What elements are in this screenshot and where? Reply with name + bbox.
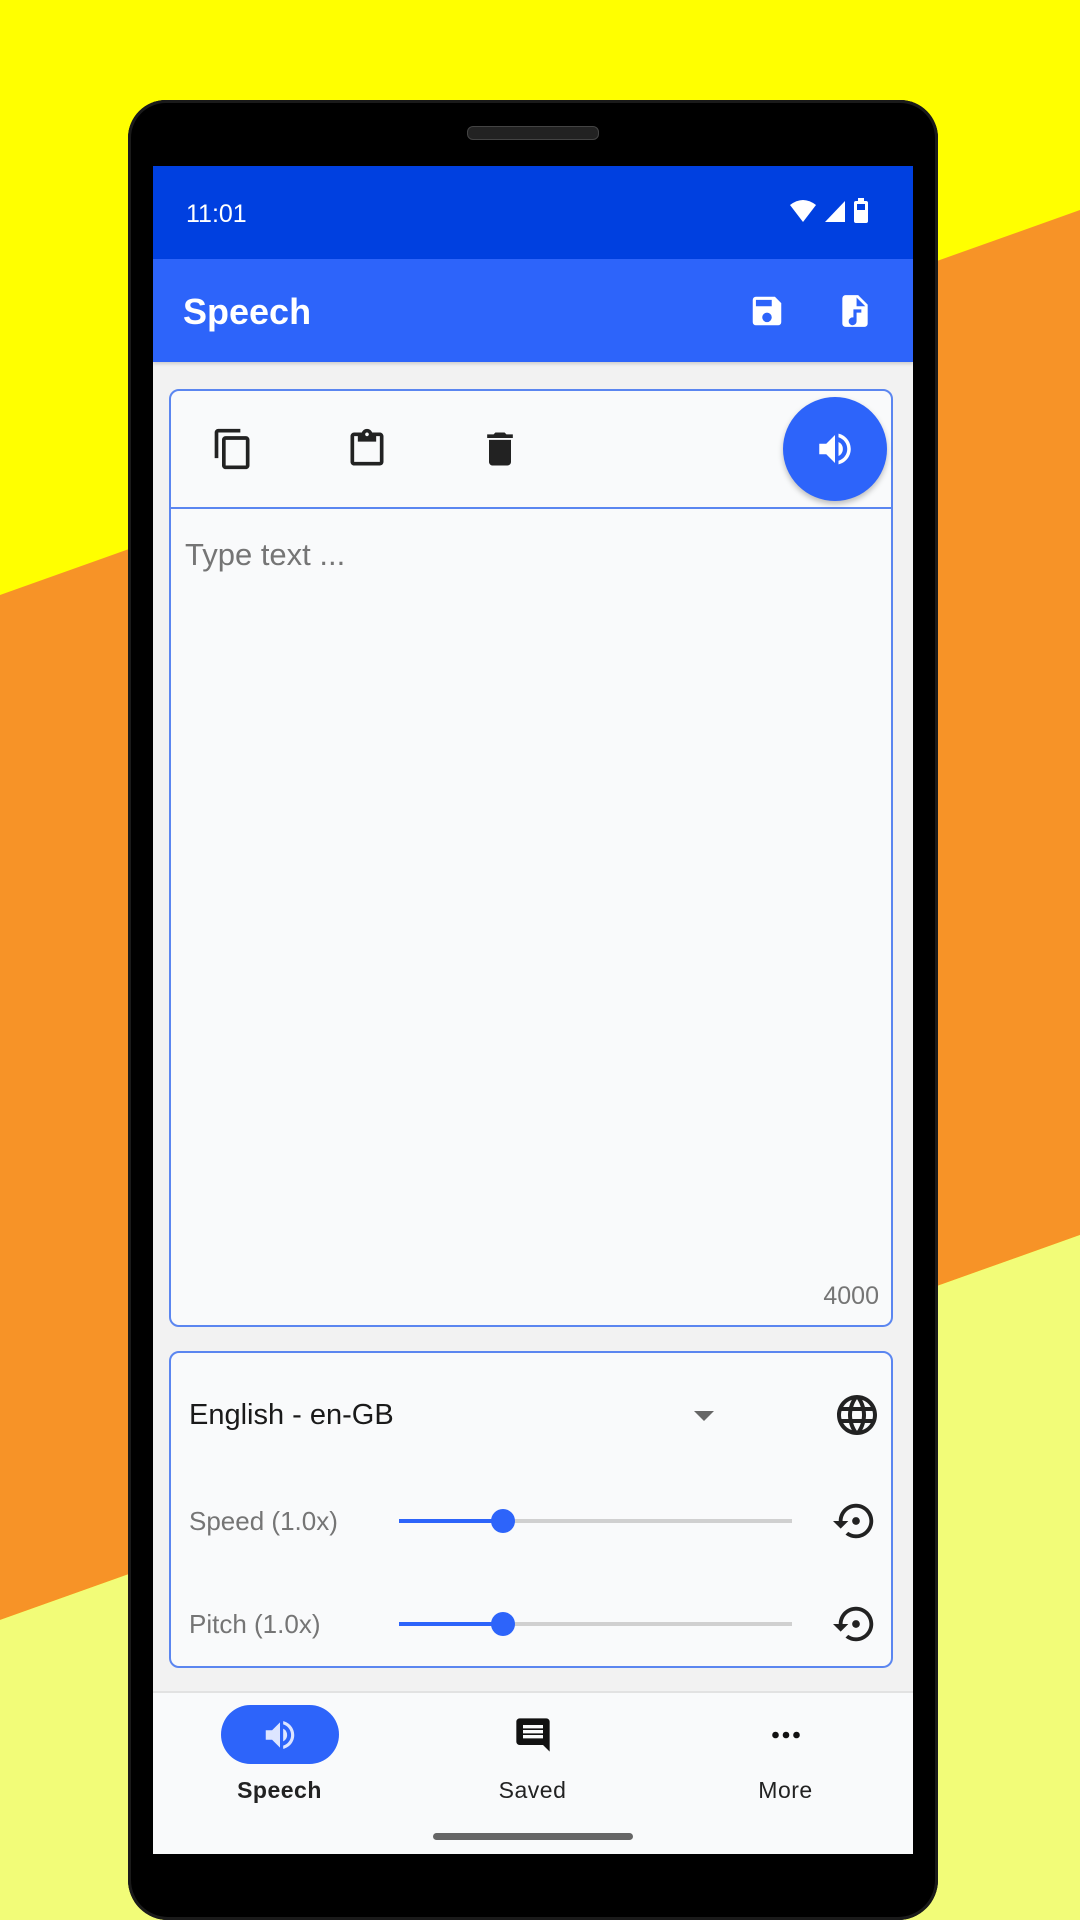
nav-label-saved: Saved [498,1777,567,1803]
nav-label-speech: Speech [237,1777,322,1803]
nav-active-indicator [220,1705,339,1764]
save-button[interactable] [743,287,791,335]
language-value[interactable]: English - en-GB [189,1399,394,1432]
text-toolbar [171,391,891,509]
status-bar: 11:01 [153,166,913,259]
more-horizontal-icon [771,1731,800,1738]
nav-item-more[interactable]: More [659,1693,912,1813]
paste-button[interactable] [339,421,395,477]
speed-slider-thumb[interactable] [491,1509,516,1533]
delete-icon [487,432,513,466]
speak-button[interactable] [783,397,887,501]
speed-slider-fill [399,1519,504,1523]
volume-up-icon [819,433,851,465]
dropdown-arrow-icon[interactable] [694,1411,714,1421]
speed-slider[interactable] [399,1509,792,1533]
pitch-slider-fill [399,1622,504,1626]
wifi-icon [790,200,816,222]
text-input-card: 4000 [169,389,893,1327]
nav-item-saved[interactable]: Saved [406,1693,659,1813]
pitch-label: Pitch (1.0x) [189,1609,321,1639]
app-bar: Speech [153,259,913,362]
reset-speed-icon[interactable] [833,1498,879,1544]
character-counter: 4000 [823,1282,879,1310]
pitch-row: Pitch (1.0x) [189,1597,879,1647]
nav-label-more: More [758,1777,813,1803]
bottom-navigation: Speech Saved More [153,1691,913,1854]
voice-settings-card: English - en-GB Speed (1.0x) Pitch (1.0x… [169,1351,893,1668]
status-time: 11:01 [186,200,247,228]
speed-row: Speed (1.0x) [189,1494,879,1544]
save-icon [752,296,782,326]
language-selector[interactable]: English - en-GB [189,1391,879,1441]
clear-button[interactable] [472,421,528,477]
pitch-slider-thumb[interactable] [491,1612,516,1636]
app-screen: 11:01 Speech Type text ... 4000 English … [153,166,913,1854]
paste-icon [350,428,384,466]
copy-icon [214,428,250,470]
text-input[interactable] [171,509,891,1319]
speed-label: Speed (1.0x) [189,1506,338,1536]
phone-speaker [467,126,599,140]
volume-up-icon [265,1720,294,1749]
copy-button[interactable] [205,421,261,477]
reset-pitch-icon[interactable] [833,1601,879,1647]
export-audio-button[interactable] [831,287,879,335]
audio-file-icon [842,295,868,327]
nav-item-speech[interactable]: Speech [153,1693,406,1813]
chat-message-icon [515,1717,550,1752]
battery-charging-icon [854,198,868,223]
gesture-handle[interactable] [433,1833,633,1840]
pitch-slider[interactable] [399,1612,792,1636]
cellular-signal-icon [825,201,845,222]
page-title: Speech [183,291,312,332]
globe-icon[interactable] [833,1391,881,1439]
